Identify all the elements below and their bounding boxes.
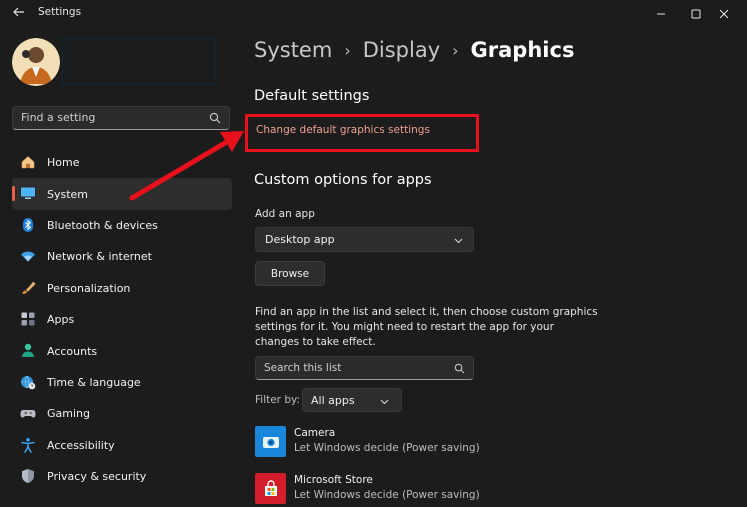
sidebar-item-accounts[interactable]: Accounts: [12, 335, 232, 366]
browse-button[interactable]: Browse: [255, 261, 325, 286]
sidebar-item-apps[interactable]: Apps: [12, 304, 232, 335]
home-icon: [20, 154, 36, 170]
wifi-icon: [20, 248, 36, 264]
breadcrumb-display[interactable]: Display: [363, 38, 440, 62]
app-status: Let Windows decide (Power saving): [294, 442, 480, 454]
arrow-left-icon[interactable]: [12, 5, 26, 19]
window-title: Settings: [38, 6, 82, 18]
sidebar-item-label: Gaming: [47, 407, 90, 421]
sidebar-item-privacy[interactable]: Privacy & security: [12, 461, 232, 492]
sidebar-item-label: Privacy & security: [47, 470, 147, 484]
account-info[interactable]: [62, 38, 216, 85]
apps-icon: [20, 311, 36, 327]
list-item[interactable]: Microsoft Store Let Windows decide (Powe…: [255, 473, 575, 507]
sidebar-item-accessibility[interactable]: Accessibility: [12, 430, 232, 461]
sidebar-item-label: System: [47, 187, 89, 201]
minimize-icon: [657, 13, 665, 15]
globe-clock-icon: [20, 374, 36, 390]
person-icon: [20, 342, 36, 358]
sidebar-item-label: Personalization: [47, 281, 131, 295]
search-list-input[interactable]: Search this list: [255, 356, 474, 380]
chevron-down-icon: [454, 238, 463, 244]
list-item[interactable]: Camera Let Windows decide (Power saving): [255, 426, 575, 460]
filter-label: Filter by:: [255, 394, 300, 406]
sidebar-item-gaming[interactable]: Gaming: [12, 398, 232, 429]
custom-options-heading: Custom options for apps: [254, 172, 432, 188]
app-status: Let Windows decide (Power saving): [294, 489, 480, 501]
maximize-icon: [691, 9, 701, 19]
app-name: Camera: [294, 427, 336, 439]
brush-icon: [20, 280, 36, 296]
search-icon: [454, 363, 465, 374]
bluetooth-icon: [20, 217, 36, 233]
sidebar-item-label: Apps: [47, 313, 75, 327]
sidebar-item-label: Network & internet: [47, 250, 152, 264]
title-bar: Settings: [0, 0, 747, 28]
close-button[interactable]: [701, 0, 747, 28]
add-app-label: Add an app: [255, 208, 315, 220]
sidebar-item-system[interactable]: System: [12, 178, 232, 210]
accessibility-icon: [20, 437, 36, 453]
change-default-graphics-link[interactable]: Change default graphics settings: [256, 124, 430, 136]
sidebar-item-label: Time & language: [47, 375, 141, 389]
sidebar-item-bluetooth[interactable]: Bluetooth & devices: [12, 210, 232, 241]
store-icon: [255, 473, 286, 504]
default-settings-heading: Default settings: [254, 88, 370, 104]
app-name: Microsoft Store: [294, 474, 373, 486]
chevron-down-icon: [380, 399, 389, 405]
breadcrumb: System › Display › Graphics: [254, 38, 574, 62]
sidebar-item-personalization[interactable]: Personalization: [12, 273, 232, 304]
apps-list-description: Find an app in the list and select it, t…: [255, 306, 598, 348]
monitor-icon: [20, 185, 36, 201]
sidebar-item-label: Bluetooth & devices: [47, 218, 158, 232]
breadcrumb-separator: ›: [452, 40, 459, 60]
close-icon: [719, 9, 729, 19]
sidebar-item-home[interactable]: Home: [12, 147, 232, 178]
add-app-value: Desktop app: [265, 233, 335, 246]
sidebar-item-time-language[interactable]: Time & language: [12, 367, 232, 398]
filter-dropdown[interactable]: All apps: [302, 388, 402, 412]
breadcrumb-separator: ›: [344, 40, 351, 60]
gamepad-icon: [20, 405, 36, 421]
find-setting-search[interactable]: Find a setting: [12, 106, 230, 130]
search-placeholder: Find a setting: [21, 111, 96, 124]
sidebar-item-label: Home: [47, 156, 80, 170]
page-title: Graphics: [470, 38, 575, 62]
search-list-placeholder: Search this list: [264, 362, 342, 374]
search-icon: [209, 112, 221, 124]
sidebar-item-label: Accounts: [47, 344, 98, 358]
sidebar-nav: Home System Bluetooth & devices Network …: [12, 147, 232, 492]
sidebar-item-network[interactable]: Network & internet: [12, 241, 232, 272]
add-app-dropdown[interactable]: Desktop app: [255, 227, 474, 252]
filter-value: All apps: [311, 394, 355, 407]
avatar-image: [12, 38, 60, 86]
breadcrumb-system[interactable]: System: [254, 38, 332, 62]
sidebar-item-label: Accessibility: [47, 438, 115, 452]
avatar[interactable]: [12, 38, 60, 86]
camera-icon: [255, 426, 286, 457]
shield-icon: [20, 468, 36, 484]
